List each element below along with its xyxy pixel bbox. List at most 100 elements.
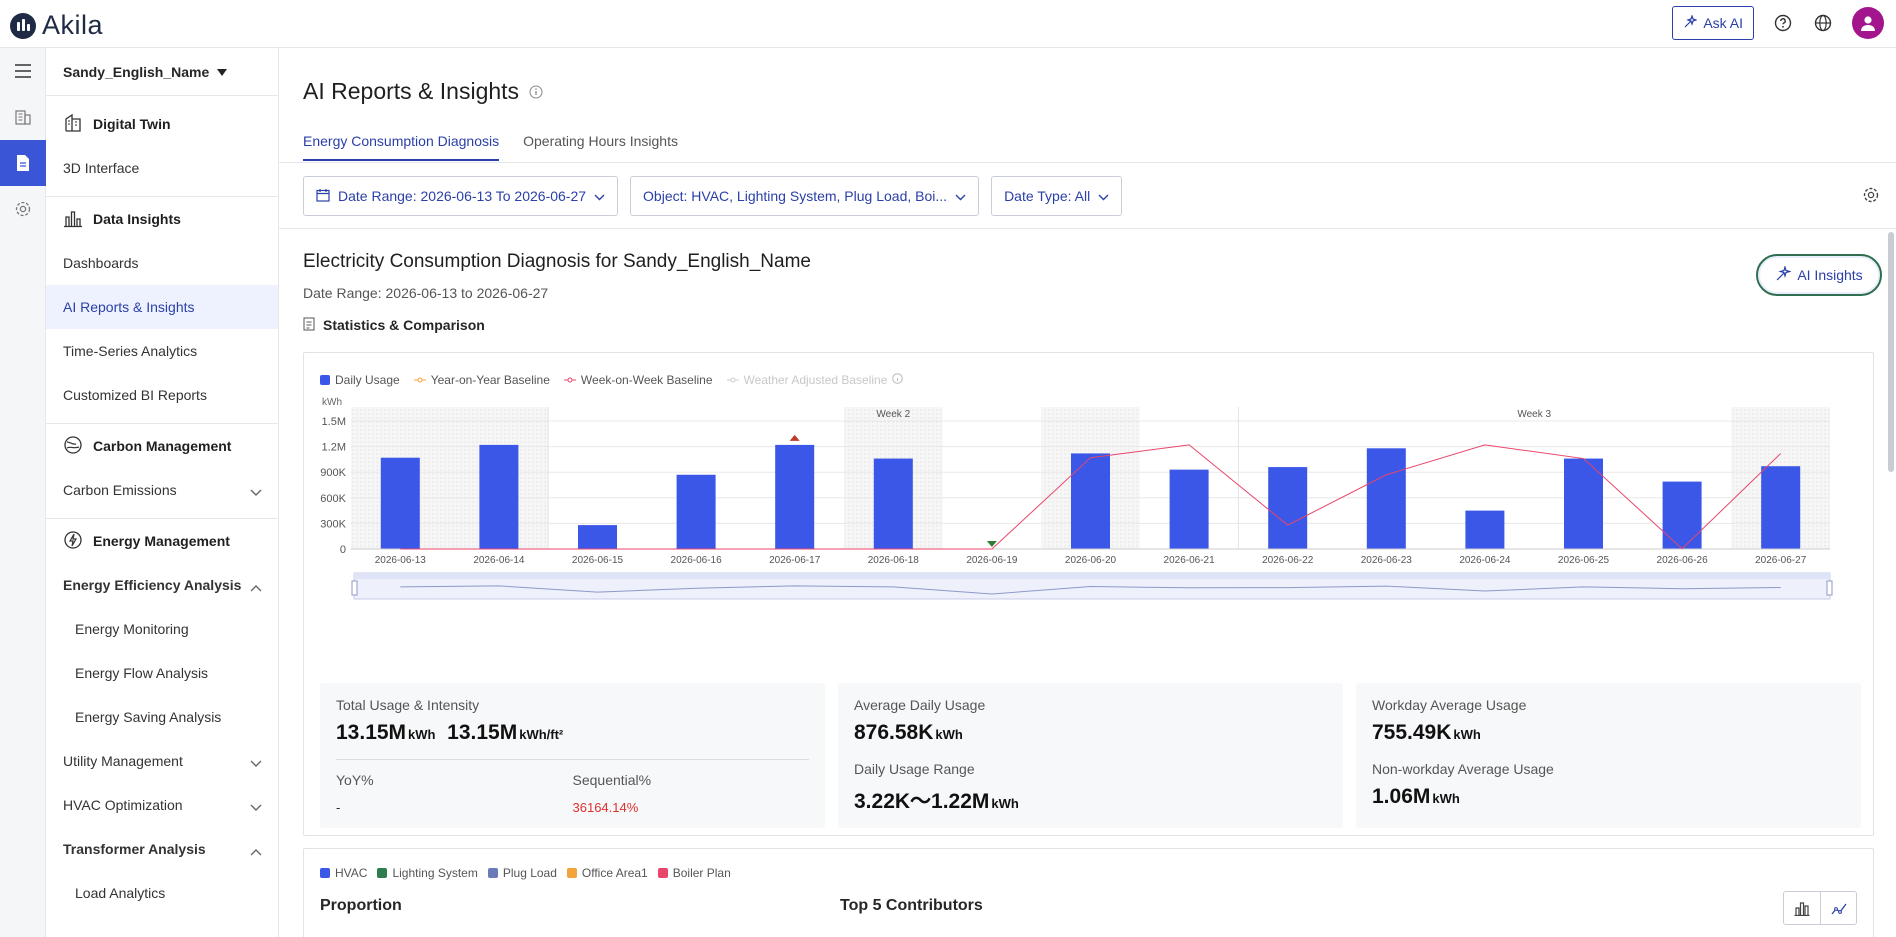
nav-item-load-analytics[interactable]: Load Analytics bbox=[46, 871, 278, 915]
main-content: AI Reports & Insights Energy Consumption… bbox=[279, 48, 1896, 937]
legend-office-area[interactable]: Office Area1 bbox=[566, 866, 648, 880]
chart-type-toggle bbox=[1783, 891, 1857, 925]
nav-item-energy-saving[interactable]: Energy Saving Analysis bbox=[46, 695, 278, 739]
nav-item-energy-flow[interactable]: Energy Flow Analysis bbox=[46, 651, 278, 695]
bar-daily-usage bbox=[1366, 448, 1406, 549]
legend-wow-baseline[interactable]: Week-on-Week Baseline bbox=[563, 373, 713, 387]
nav-item-customized-bi[interactable]: Customized BI Reports bbox=[46, 373, 278, 417]
project-selector[interactable]: Sandy_English_Name bbox=[46, 48, 278, 96]
yoy-value: - bbox=[336, 800, 341, 815]
nav-item-transformer-analysis[interactable]: Transformer Analysis bbox=[46, 827, 278, 871]
gear-icon[interactable] bbox=[1862, 186, 1880, 207]
akila-logo[interactable]: Akila bbox=[10, 10, 103, 41]
nav-item-hvac-optimization[interactable]: HVAC Optimization bbox=[46, 783, 278, 827]
filter-bar: Date Range: 2026-06-13 To 2026-06-27 Obj… bbox=[303, 176, 1123, 216]
logo-icon bbox=[10, 12, 36, 39]
menu-toggle-icon[interactable] bbox=[0, 48, 46, 94]
x-tick-label: 2026-06-19 bbox=[966, 555, 1018, 566]
bar-daily-usage bbox=[676, 474, 716, 549]
report-icon[interactable] bbox=[0, 140, 46, 186]
scrollbar[interactable] bbox=[1888, 232, 1894, 472]
x-tick-label: 2026-06-15 bbox=[572, 555, 624, 566]
nav-item-carbon-emissions[interactable]: Carbon Emissions bbox=[46, 468, 278, 512]
nav-item-energy-efficiency[interactable]: Energy Efficiency Analysis bbox=[46, 563, 278, 607]
bar-daily-usage bbox=[1465, 510, 1505, 549]
y-tick-label: 1.5M bbox=[322, 416, 346, 428]
statistics-heading: Statistics & Comparison bbox=[303, 316, 485, 334]
legend-hvac[interactable]: HVAC bbox=[320, 866, 367, 880]
building-icon[interactable] bbox=[0, 94, 46, 140]
date-range-filter[interactable]: Date Range: 2026-06-13 To 2026-06-27 bbox=[303, 176, 619, 216]
daily-usage-chart: kWh 0 300K 600K 900K 1.2M 1.5M Week 2 Week 3 2026… bbox=[320, 397, 1833, 600]
bar-daily-usage bbox=[1761, 466, 1801, 549]
x-tick-label: 2026-06-16 bbox=[671, 555, 723, 566]
chart-legend: Daily Usage Year-on-Year Baseline Week-o… bbox=[320, 373, 904, 387]
tab-energy-consumption[interactable]: Energy Consumption Diagnosis bbox=[303, 133, 500, 161]
nonworkday-avg-value: 1.06M bbox=[1372, 785, 1431, 808]
calendar-icon bbox=[316, 188, 330, 205]
increase-marker bbox=[789, 434, 800, 441]
nav-item-time-series[interactable]: Time-Series Analytics bbox=[46, 329, 278, 373]
x-tick-label: 2026-06-21 bbox=[1164, 555, 1216, 566]
help-icon[interactable] bbox=[1772, 12, 1794, 34]
page-title: AI Reports & Insights bbox=[303, 78, 543, 105]
zoom-slider-top bbox=[354, 573, 1830, 579]
user-avatar[interactable] bbox=[1852, 7, 1884, 39]
section-title: Electricity Consumption Diagnosis for Sa… bbox=[303, 251, 811, 272]
chevron-up-icon bbox=[250, 579, 262, 595]
chevron-down-icon bbox=[955, 188, 966, 204]
ask-ai-label: Ask AI bbox=[1703, 15, 1743, 31]
date-type-filter[interactable]: Date Type: All bbox=[991, 176, 1123, 216]
line-chart-icon[interactable] bbox=[1820, 892, 1856, 924]
legend-plug-load[interactable]: Plug Load bbox=[487, 866, 557, 880]
ask-ai-button[interactable]: Ask AI bbox=[1672, 6, 1754, 40]
total-usage-box: Total Usage & Intensity 13.15M kWh 13.15M… bbox=[320, 683, 825, 828]
x-tick-label: 2026-06-13 bbox=[375, 555, 427, 566]
side-navigation: Sandy_English_Name Digital Twin 3D Inter… bbox=[46, 48, 279, 937]
bar-chart-icon[interactable] bbox=[1784, 892, 1820, 924]
object-filter[interactable]: Object: HVAC, Lighting System, Plug Load… bbox=[630, 176, 980, 216]
bar-chart-icon bbox=[63, 208, 83, 231]
energy-icon bbox=[63, 530, 83, 553]
nav-group-carbon-management: Carbon Management bbox=[46, 424, 278, 468]
bar-daily-usage bbox=[380, 457, 420, 549]
x-tick-label: 2026-06-18 bbox=[868, 555, 920, 566]
nav-item-ai-reports[interactable]: AI Reports & Insights bbox=[46, 285, 278, 329]
settings-icon[interactable] bbox=[0, 186, 46, 232]
legend-daily-usage[interactable]: Daily Usage bbox=[320, 373, 400, 387]
x-tick-label: 2026-06-17 bbox=[769, 555, 821, 566]
nav-group-energy-management: Energy Management bbox=[46, 519, 278, 563]
zoom-handle-right bbox=[1826, 580, 1833, 596]
legend-boiler-plan[interactable]: Boiler Plan bbox=[657, 866, 731, 880]
bar-daily-usage bbox=[1169, 469, 1209, 549]
ai-insights-button[interactable]: AI Insights bbox=[1756, 254, 1882, 296]
brand-name: Akila bbox=[42, 10, 104, 40]
top5-heading: Top 5 Contributors bbox=[840, 897, 983, 914]
legend-weather-baseline[interactable]: Weather Adjusted Baseline bbox=[726, 373, 904, 387]
chevron-down-icon bbox=[594, 188, 605, 204]
workday-average-box: Workday Average Usage 755.49K kWh Non-wor… bbox=[1356, 683, 1861, 828]
legend-yoy-baseline[interactable]: Year-on-Year Baseline bbox=[413, 373, 550, 387]
globe-icon[interactable] bbox=[1812, 12, 1834, 34]
caret-down-icon bbox=[217, 64, 228, 80]
nav-item-dashboards[interactable]: Dashboards bbox=[46, 241, 278, 285]
proportion-heading: Proportion bbox=[320, 897, 402, 914]
x-tick-label: 2026-06-23 bbox=[1361, 555, 1413, 566]
bar-daily-usage bbox=[1662, 481, 1702, 549]
average-daily-box: Average Daily Usage 876.58K kWh Daily Usa… bbox=[838, 683, 1343, 828]
info-icon[interactable] bbox=[529, 78, 543, 105]
week-label: Week 2 bbox=[876, 409, 910, 420]
icon-rail bbox=[0, 48, 46, 937]
sparkle-icon bbox=[1775, 264, 1792, 285]
breakdown-legend: HVAC Lighting System Plug Load Office Ar… bbox=[320, 866, 731, 880]
avg-daily-value: 876.58K bbox=[854, 721, 934, 744]
info-icon[interactable] bbox=[892, 373, 904, 387]
tab-operating-hours[interactable]: Operating Hours Insights bbox=[523, 133, 678, 161]
week-label: Week 3 bbox=[1517, 409, 1551, 420]
nav-item-utility-management[interactable]: Utility Management bbox=[46, 739, 278, 783]
legend-lighting[interactable]: Lighting System bbox=[377, 866, 478, 880]
y-unit-label: kWh bbox=[322, 397, 342, 408]
nav-item-energy-monitoring[interactable]: Energy Monitoring bbox=[46, 607, 278, 651]
total-usage-value: 13.15M bbox=[336, 721, 407, 744]
nav-item-3d-interface[interactable]: 3D Interface bbox=[46, 146, 278, 190]
